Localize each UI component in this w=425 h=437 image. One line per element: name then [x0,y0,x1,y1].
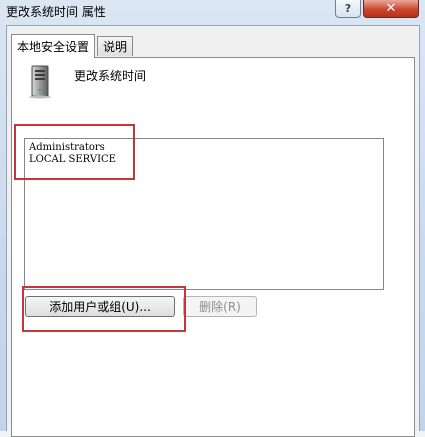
tab-explain[interactable]: 说明 [97,36,134,56]
window-title: 更改系统时间 属性 [6,5,106,19]
close-icon: ✕ [385,1,397,16]
close-button[interactable]: ✕ [363,0,419,18]
tab-page: 更改系统时间 Administrators LOCAL SERVICE 添加用户… [11,57,415,437]
properties-window: 更改系统时间 属性 ? ✕ 本地安全设置 说明 更改系统时间 Administr… [0,0,425,437]
highlight-box-accounts [14,124,135,180]
help-icon: ? [344,2,352,15]
help-button[interactable]: ? [335,0,361,18]
title-bar[interactable]: 更改系统时间 属性 ? ✕ [0,0,425,24]
remove-button[interactable]: 删除(R) [183,296,257,317]
dialog-body: 本地安全设置 说明 更改系统时间 Administrators LOCAL SE… [6,25,420,437]
server-icon [29,65,51,99]
highlight-box-add-button [22,286,186,332]
tab-local-security-setting[interactable]: 本地安全设置 [11,34,96,58]
policy-name: 更改系统时间 [74,69,147,83]
